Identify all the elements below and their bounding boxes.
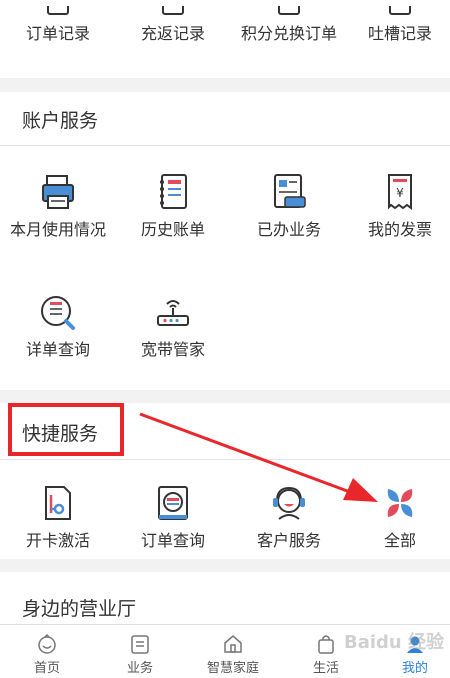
account-services-panel: 账户服务 本月使用情况 历史账单 已办业务 ¥ 我的发票 详单查询 宽带管家: [0, 92, 450, 390]
card-activation-label: 开卡激活: [25, 531, 90, 550]
tab-home-label: 首页: [33, 661, 60, 676]
order-query-item[interactable]: 订单查询: [117, 483, 229, 551]
recharge-record-icon: [162, 6, 184, 15]
tab-smart-home[interactable]: 智慧家庭: [188, 625, 278, 678]
all-services-label: 全部: [383, 531, 416, 550]
broadband-manager-label: 宽带管家: [140, 340, 205, 359]
home-face-icon: [38, 633, 56, 654]
order-search-icon: [158, 486, 188, 520]
shopping-bag-icon: [318, 635, 334, 654]
monthly-usage-item[interactable]: 本月使用情况: [2, 172, 114, 240]
invoice-icon: ¥: [388, 174, 412, 210]
nearby-store-title: 身边的营业厅: [22, 598, 137, 620]
tab-home[interactable]: 首页: [2, 625, 92, 678]
complaint-record-icon: [389, 6, 411, 15]
points-order-item[interactable]: 积分兑换订单: [233, 6, 345, 44]
order-record-label: 订单记录: [25, 24, 90, 43]
tab-mine-label: 我的: [401, 661, 428, 676]
customer-service-item[interactable]: 客户服务: [233, 483, 345, 551]
sim-card-icon: [45, 486, 71, 520]
tab-business-label: 业务: [126, 661, 153, 676]
my-invoice-label: 我的发票: [367, 220, 432, 239]
history-bill-label: 历史账单: [140, 220, 205, 239]
points-order-label: 积分兑换订单: [240, 24, 337, 43]
annotation-highlight-box: [8, 403, 124, 456]
list-icon: [131, 635, 149, 654]
detail-query-label: 详单查询: [25, 340, 90, 359]
magnifier-document-icon: [41, 296, 75, 330]
history-bill-item[interactable]: 历史账单: [117, 172, 229, 240]
tab-business[interactable]: 业务: [95, 625, 185, 678]
order-query-label: 订单查询: [140, 531, 205, 550]
order-records-panel: 订单记录 充返记录 积分兑换订单 吐槽记录: [0, 0, 450, 78]
nearby-store-panel[interactable]: 身边的营业厅: [0, 572, 450, 624]
all-services-item[interactable]: 全部: [344, 483, 450, 551]
tab-life-label: 生活: [312, 661, 339, 676]
points-order-icon: [278, 6, 300, 15]
router-icon: [157, 300, 189, 326]
recharge-record-item[interactable]: 充返记录: [117, 6, 229, 44]
house-icon: [224, 635, 242, 653]
recharge-record-label: 充返记录: [140, 24, 205, 43]
my-invoice-item[interactable]: ¥ 我的发票: [344, 172, 450, 240]
four-petal-icon: [387, 489, 413, 517]
complaint-record-label: 吐槽记录: [367, 24, 432, 43]
tab-smart-home-label: 智慧家庭: [206, 661, 259, 676]
detail-query-item[interactable]: 详单查询: [2, 292, 114, 360]
order-record-icon: [47, 6, 69, 15]
monthly-usage-label: 本月使用情况: [9, 220, 106, 239]
notebook-icon: [160, 174, 187, 209]
card-activation-item[interactable]: 开卡激活: [2, 483, 114, 551]
broadband-manager-item[interactable]: 宽带管家: [117, 292, 229, 360]
svg-text:¥: ¥: [396, 186, 404, 200]
printer-icon: [42, 175, 74, 209]
section-divider: [0, 145, 450, 146]
handled-business-item[interactable]: 已办业务: [233, 172, 345, 240]
customer-service-label: 客户服务: [256, 531, 321, 550]
order-record-item[interactable]: 订单记录: [2, 6, 114, 44]
account-services-title: 账户服务: [22, 110, 99, 132]
document-id-icon: [274, 174, 306, 208]
section-divider: [0, 459, 450, 460]
handled-business-label: 已办业务: [256, 220, 321, 239]
complaint-record-item[interactable]: 吐槽记录: [344, 6, 450, 44]
watermark: Baidu 经验: [343, 632, 444, 653]
headset-agent-icon: [273, 486, 305, 520]
